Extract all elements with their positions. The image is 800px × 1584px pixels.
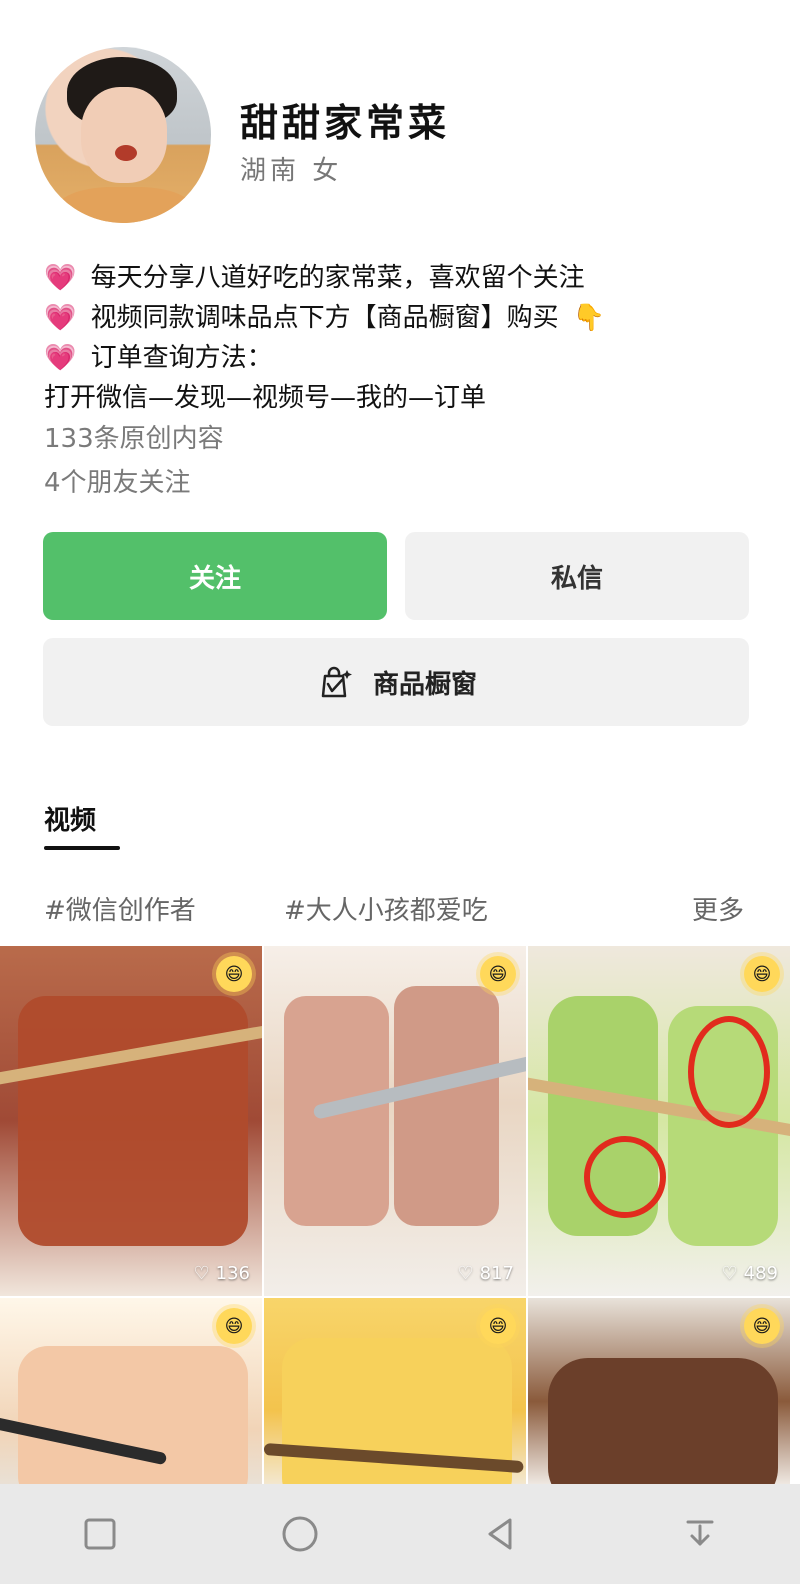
profile-subtitle: 湖南 女 (240, 156, 343, 186)
heart-outline-icon: ♡ (721, 1263, 738, 1284)
square-icon-svg (84, 1518, 116, 1550)
shop-window-button[interactable]: 商品橱窗 (43, 638, 749, 726)
avatar-face (81, 87, 167, 183)
bio-line-4: 打开微信—发现—视频号—我的—订单 (44, 378, 764, 418)
bio-line-2: 💗 视频同款调味品点下方【商品橱窗】购买 👇 (44, 298, 764, 338)
friends-following[interactable]: 4个朋友关注 (44, 462, 191, 499)
video-tile[interactable]: 😄 (0, 1298, 264, 1486)
heart-icon: 💗 (44, 343, 77, 373)
laughing-sun-icon: 😄 (744, 956, 780, 992)
content-tabs: 视频 (44, 800, 120, 850)
laughing-sun-icon: 😄 (480, 1308, 516, 1344)
system-navbar (0, 1484, 800, 1584)
back-triangle-icon[interactable] (470, 1504, 530, 1564)
follow-button[interactable]: 关注 (43, 532, 387, 620)
shopping-bag-icon (321, 666, 352, 698)
bio-text-1: 每天分享八道好吃的家常菜，喜欢留个关注 (90, 263, 585, 293)
food-thumbnail (18, 1346, 248, 1486)
bio-line-1: 💗 每天分享八道好吃的家常菜，喜欢留个关注 (44, 258, 764, 298)
profile-name: 甜甜家常菜 (240, 101, 451, 145)
bio-text-3: 订单查询方法： (90, 343, 273, 373)
like-count: ♡ 136 (194, 1263, 251, 1284)
message-label: 私信 (550, 563, 603, 594)
video-tile[interactable]: 😄 ♡ 489 (528, 946, 792, 1296)
circle-icon-svg (282, 1516, 318, 1552)
heart-icon: 💗 (44, 263, 77, 293)
bio-text-2: 视频同款调味品点下方【商品橱窗】购买 (90, 303, 559, 333)
back-triangle-icon-svg (488, 1518, 512, 1550)
tag-kids-love[interactable]: #大人小孩都爱吃 (284, 890, 488, 927)
laughing-sun-icon: 😄 (480, 956, 516, 992)
tab-video[interactable]: 视频 (44, 800, 96, 837)
like-count-value: 136 (215, 1263, 250, 1284)
heart-outline-icon: ♡ (193, 1263, 210, 1284)
pointing-down-icon: 👇 (572, 303, 606, 333)
chili-garnish (688, 1016, 770, 1128)
video-grid: 😄 ♡ 136 😄 ♡ 817 😄 ♡ 489 😄 😄 😄 (0, 946, 800, 1486)
video-tile[interactable]: 😄 (528, 1298, 792, 1486)
bio-text-4: 打开微信—发现—视频号—我的—订单 (44, 383, 487, 413)
like-count-value: 489 (743, 1263, 778, 1284)
chili-garnish (584, 1136, 666, 1218)
tag-row: #微信创作者 #大人小孩都爱吃 更多 (44, 890, 744, 930)
video-tile[interactable]: 😄 ♡ 817 (264, 946, 528, 1296)
food-thumbnail (394, 986, 499, 1226)
like-count-value: 817 (479, 1263, 514, 1284)
tag-more[interactable]: 更多 (692, 890, 744, 927)
original-content-count: 133条原创内容 (44, 424, 224, 454)
laughing-sun-icon: 😄 (744, 1308, 780, 1344)
avatar-mouth (115, 145, 137, 161)
tab-underline (44, 846, 120, 850)
message-button[interactable]: 私信 (405, 532, 749, 620)
heart-icon: 💗 (44, 303, 77, 333)
like-count: ♡ 489 (722, 1263, 779, 1284)
like-count: ♡ 817 (458, 1263, 515, 1284)
bio-line-3: 💗 订单查询方法： (44, 338, 764, 378)
follow-label: 关注 (188, 563, 241, 594)
square-icon[interactable] (70, 1504, 130, 1564)
avatar-bib (55, 187, 195, 223)
circle-icon[interactable] (270, 1504, 330, 1564)
tag-wechat-creator[interactable]: #微信创作者 (44, 890, 196, 927)
food-thumbnail (548, 1358, 778, 1486)
laughing-sun-icon: 😄 (216, 1308, 252, 1344)
down-arrow-icon[interactable] (670, 1504, 730, 1564)
avatar[interactable] (35, 47, 211, 223)
profile-bio: 💗 每天分享八道好吃的家常菜，喜欢留个关注 💗 视频同款调味品点下方【商品橱窗】… (44, 258, 764, 418)
video-tile[interactable]: 😄 ♡ 136 (0, 946, 264, 1296)
heart-outline-icon: ♡ (457, 1263, 474, 1284)
down-arrow-icon-svg (686, 1520, 714, 1546)
shop-window-label: 商品橱窗 (372, 669, 477, 700)
video-tile[interactable]: 😄 (264, 1298, 528, 1486)
laughing-sun-icon: 😄 (216, 956, 252, 992)
